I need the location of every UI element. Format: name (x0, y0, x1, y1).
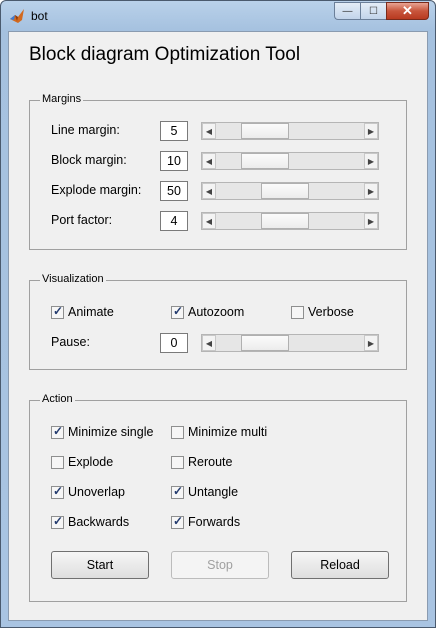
checkbox-label: Backwards (68, 515, 130, 529)
reload-button[interactable]: Reload (291, 551, 389, 579)
line-margin-input[interactable]: 5 (160, 121, 188, 141)
line-margin-slider[interactable]: ◀ ▶ (201, 122, 379, 140)
start-button[interactable]: Start (51, 551, 149, 579)
block-margin-input[interactable]: 10 (160, 151, 188, 171)
checkbox-box[interactable] (291, 305, 304, 319)
pause-input[interactable]: 0 (160, 333, 188, 353)
slider-left-arrow-icon[interactable]: ◀ (202, 123, 216, 139)
stop-button[interactable]: Stop (171, 551, 269, 579)
reroute-checkbox[interactable]: Reroute (171, 455, 232, 469)
explode-checkbox[interactable]: Explode (51, 455, 113, 469)
slider-thumb[interactable] (261, 183, 309, 199)
checkbox-box[interactable] (51, 304, 64, 319)
checkbox-label: Autozoom (188, 305, 245, 319)
checkbox-box[interactable] (171, 514, 184, 529)
visualization-panel: Visualization Animate Autozoom Verbose P… (29, 273, 407, 370)
maximize-button[interactable]: ☐ (360, 2, 386, 20)
explode-margin-label: Explode margin: (51, 183, 142, 197)
visualization-legend: Visualization (40, 273, 106, 285)
window-controls: — ☐ ✕ (334, 2, 429, 21)
animate-checkbox[interactable]: Animate (51, 304, 114, 319)
slider-left-arrow-icon[interactable]: ◀ (202, 335, 216, 351)
explode-margin-input[interactable]: 50 (160, 181, 188, 201)
slider-left-arrow-icon[interactable]: ◀ (202, 183, 216, 199)
action-panel: Action Minimize single Minimize multi Ex… (29, 393, 407, 602)
title-bar[interactable]: bot — ☐ ✕ (1, 1, 435, 31)
page-title: Block diagram Optimization Tool (29, 44, 301, 65)
port-factor-label: Port factor: (51, 213, 113, 227)
slider-right-arrow-icon[interactable]: ▶ (364, 335, 378, 351)
port-factor-input[interactable]: 4 (160, 211, 188, 231)
slider-right-arrow-icon[interactable]: ▶ (364, 213, 378, 229)
margins-legend: Margins (40, 93, 84, 105)
minimize-button[interactable]: — (334, 2, 360, 20)
explode-margin-slider[interactable]: ◀ ▶ (201, 182, 379, 200)
verbose-checkbox[interactable]: Verbose (291, 305, 354, 319)
slider-left-arrow-icon[interactable]: ◀ (202, 213, 216, 229)
action-legend: Action (40, 393, 75, 405)
autozoom-checkbox[interactable]: Autozoom (171, 304, 245, 319)
backwards-checkbox[interactable]: Backwards (51, 514, 130, 529)
margins-panel: Margins Line margin: 5 ◀ ▶ Block margin:… (29, 93, 407, 250)
slider-thumb[interactable] (241, 335, 289, 351)
window-title: bot (31, 9, 48, 23)
pause-slider[interactable]: ◀ ▶ (201, 334, 379, 352)
slider-left-arrow-icon[interactable]: ◀ (202, 153, 216, 169)
block-margin-label: Block margin: (51, 153, 127, 167)
slider-thumb[interactable] (261, 213, 309, 229)
slider-right-arrow-icon[interactable]: ▶ (364, 123, 378, 139)
slider-thumb[interactable] (241, 153, 289, 169)
checkbox-label: Unoverlap (68, 485, 125, 499)
unoverlap-checkbox[interactable]: Unoverlap (51, 484, 125, 499)
close-button[interactable]: ✕ (386, 2, 429, 20)
checkbox-label: Verbose (308, 305, 354, 319)
minimize-single-checkbox[interactable]: Minimize single (51, 424, 154, 439)
checkbox-box[interactable] (171, 304, 184, 319)
slider-right-arrow-icon[interactable]: ▶ (364, 183, 378, 199)
slider-right-arrow-icon[interactable]: ▶ (364, 153, 378, 169)
application-window: bot — ☐ ✕ Block diagram Optimization Too… (0, 0, 436, 628)
checkbox-box[interactable] (51, 424, 64, 439)
line-margin-label: Line margin: (51, 123, 120, 137)
checkbox-box[interactable] (171, 425, 184, 439)
checkbox-label: Minimize multi (188, 425, 268, 439)
client-area: Block diagram Optimization Tool Margins … (8, 31, 428, 621)
forwards-checkbox[interactable]: Forwards (171, 514, 241, 529)
checkbox-label: Animate (68, 305, 114, 319)
checkbox-label: Explode (68, 455, 114, 469)
checkbox-box[interactable] (51, 514, 64, 529)
minimize-multi-checkbox[interactable]: Minimize multi (171, 425, 267, 439)
checkbox-label: Forwards (188, 515, 241, 529)
untangle-checkbox[interactable]: Untangle (171, 484, 239, 499)
checkbox-label: Reroute (188, 455, 233, 469)
checkbox-box[interactable] (171, 455, 184, 469)
port-factor-slider[interactable]: ◀ ▶ (201, 212, 379, 230)
checkbox-box[interactable] (51, 455, 64, 469)
block-margin-slider[interactable]: ◀ ▶ (201, 152, 379, 170)
checkbox-box[interactable] (171, 484, 184, 499)
checkbox-box[interactable] (51, 484, 64, 499)
checkbox-label: Untangle (188, 485, 239, 499)
checkbox-label: Minimize single (68, 425, 154, 439)
slider-thumb[interactable] (241, 123, 289, 139)
pause-label: Pause: (51, 335, 90, 349)
matlab-logo-icon (10, 9, 24, 23)
